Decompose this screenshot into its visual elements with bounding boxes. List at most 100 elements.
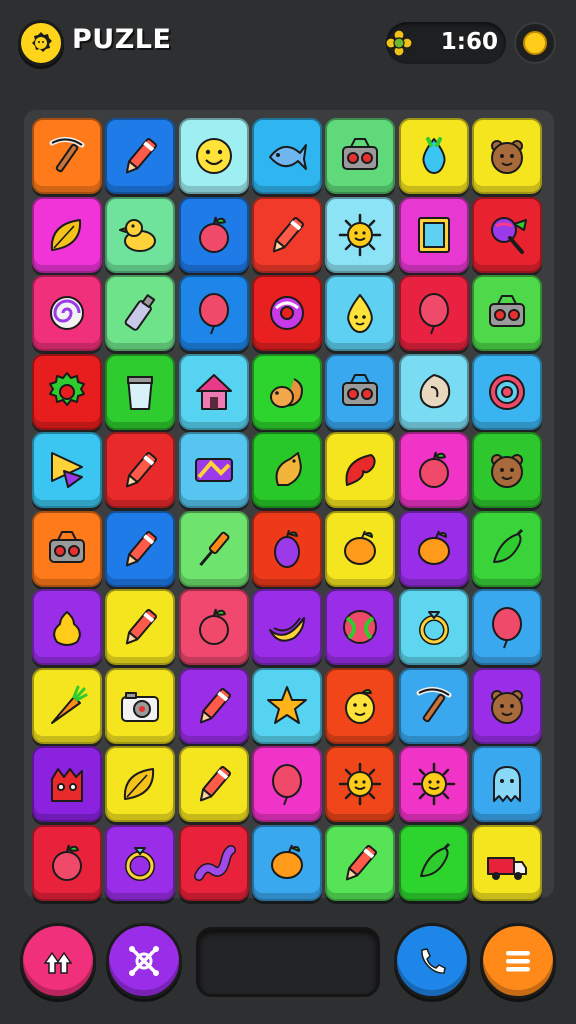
tile-crayon[interactable] [105, 118, 176, 194]
tile-shell[interactable] [398, 353, 469, 430]
crayon-icon [272, 216, 304, 252]
phone-button[interactable] [394, 923, 470, 999]
tile-lemon[interactable] [398, 510, 469, 587]
tile-pickaxe[interactable] [398, 667, 469, 744]
tile-drop-face[interactable] [325, 275, 396, 351]
tile-crayon[interactable] [105, 432, 176, 508]
tile-pepper[interactable] [398, 824, 469, 901]
monster-icon [51, 768, 83, 802]
tile-apple[interactable] [178, 196, 249, 273]
carrot-icon [51, 685, 88, 724]
ticket-icon [194, 458, 233, 482]
ghost-icon [492, 766, 521, 802]
feather-icon [345, 454, 376, 486]
tile-crayon[interactable] [105, 589, 176, 665]
tile-frame[interactable] [398, 196, 469, 273]
tile-lemon[interactable] [251, 824, 322, 901]
tile-bear[interactable] [471, 118, 542, 194]
donut-icon [269, 296, 304, 330]
tile-ring[interactable] [105, 824, 176, 901]
tile-ghost[interactable] [471, 746, 542, 822]
tile-bear[interactable] [471, 667, 542, 744]
tile-bottle[interactable] [105, 275, 176, 351]
tile-radio[interactable] [471, 275, 542, 351]
double-arrow-up-button[interactable] [20, 923, 96, 999]
bottle-icon [124, 294, 156, 331]
tile-chicken[interactable] [251, 432, 322, 508]
tile-crayon[interactable] [251, 196, 322, 273]
tile-bear[interactable] [471, 432, 542, 508]
tile-banana[interactable] [251, 589, 322, 665]
tile-balloon[interactable] [251, 746, 322, 822]
bear-icon [490, 689, 523, 724]
tile-apple[interactable] [178, 589, 249, 665]
tile-donut[interactable] [251, 275, 322, 351]
coin-button[interactable] [514, 22, 556, 64]
sun-icon [338, 213, 382, 256]
tile-swirl[interactable] [32, 275, 102, 351]
tile-cup[interactable] [105, 353, 176, 430]
tile-balloon[interactable] [471, 589, 542, 665]
tile-lollipop[interactable] [471, 196, 542, 273]
tile-apple[interactable] [32, 824, 102, 901]
pin-icon [198, 531, 230, 566]
tile-leaf[interactable] [105, 746, 176, 822]
tile-gear[interactable] [32, 353, 102, 430]
tile-crayon[interactable] [178, 667, 249, 744]
tile-drop[interactable] [398, 118, 469, 194]
tile-pickaxe[interactable] [32, 118, 102, 194]
tile-monster[interactable] [32, 746, 102, 822]
tile-smiley[interactable] [178, 118, 249, 194]
tile-apple[interactable] [398, 432, 469, 508]
tile-balloon[interactable] [178, 275, 249, 351]
tile-sun[interactable] [398, 746, 469, 822]
tile-crayon[interactable] [325, 824, 396, 901]
tile-leaf[interactable] [32, 196, 102, 273]
tile-pear[interactable] [32, 589, 102, 665]
tile-worm[interactable] [178, 824, 249, 901]
coin-icon [523, 31, 547, 55]
tile-pepper[interactable] [471, 510, 542, 587]
tile-balloon[interactable] [398, 275, 469, 351]
tile-sun[interactable] [325, 746, 396, 822]
tile-ring[interactable] [398, 589, 469, 665]
tile-truck[interactable] [471, 824, 542, 901]
tile-feather[interactable] [325, 432, 396, 508]
tile-crayon[interactable] [105, 510, 176, 587]
tile-radio[interactable] [32, 510, 102, 587]
worm-icon [193, 844, 236, 881]
radio-icon [342, 138, 379, 170]
tile-house[interactable] [178, 353, 249, 430]
lemon-icon [270, 844, 303, 879]
chicken-icon [275, 452, 302, 486]
tile-radio[interactable] [325, 353, 396, 430]
tile-crayon[interactable] [178, 746, 249, 822]
duck-icon [119, 218, 157, 252]
tile-carrot[interactable] [32, 667, 102, 744]
tile-ticket[interactable] [178, 432, 249, 508]
shuffle-button[interactable] [106, 923, 182, 999]
tile-flag[interactable] [32, 432, 102, 508]
tile-lemon-face[interactable] [325, 667, 396, 744]
tile-sun[interactable] [325, 196, 396, 273]
tile-radio[interactable] [325, 118, 396, 194]
tile-ball[interactable] [325, 589, 396, 665]
tile-duck[interactable] [105, 196, 176, 273]
tile-lemon[interactable] [325, 510, 396, 587]
tile-camera[interactable] [105, 667, 176, 744]
drop-icon [422, 137, 445, 174]
truck-icon [486, 856, 527, 880]
balloon-icon [198, 293, 229, 335]
banana-icon [268, 617, 305, 642]
menu-button[interactable] [480, 923, 556, 999]
tile-target[interactable] [471, 353, 542, 430]
plum-icon [273, 529, 300, 568]
tile-squirrel[interactable] [251, 353, 322, 430]
tile-fish[interactable] [251, 118, 322, 194]
tile-star[interactable] [251, 667, 322, 744]
tile-pin[interactable] [178, 510, 249, 587]
game-board [24, 110, 554, 901]
shell-icon [419, 373, 450, 408]
pear-icon [53, 611, 81, 646]
tile-plum[interactable] [251, 510, 322, 587]
